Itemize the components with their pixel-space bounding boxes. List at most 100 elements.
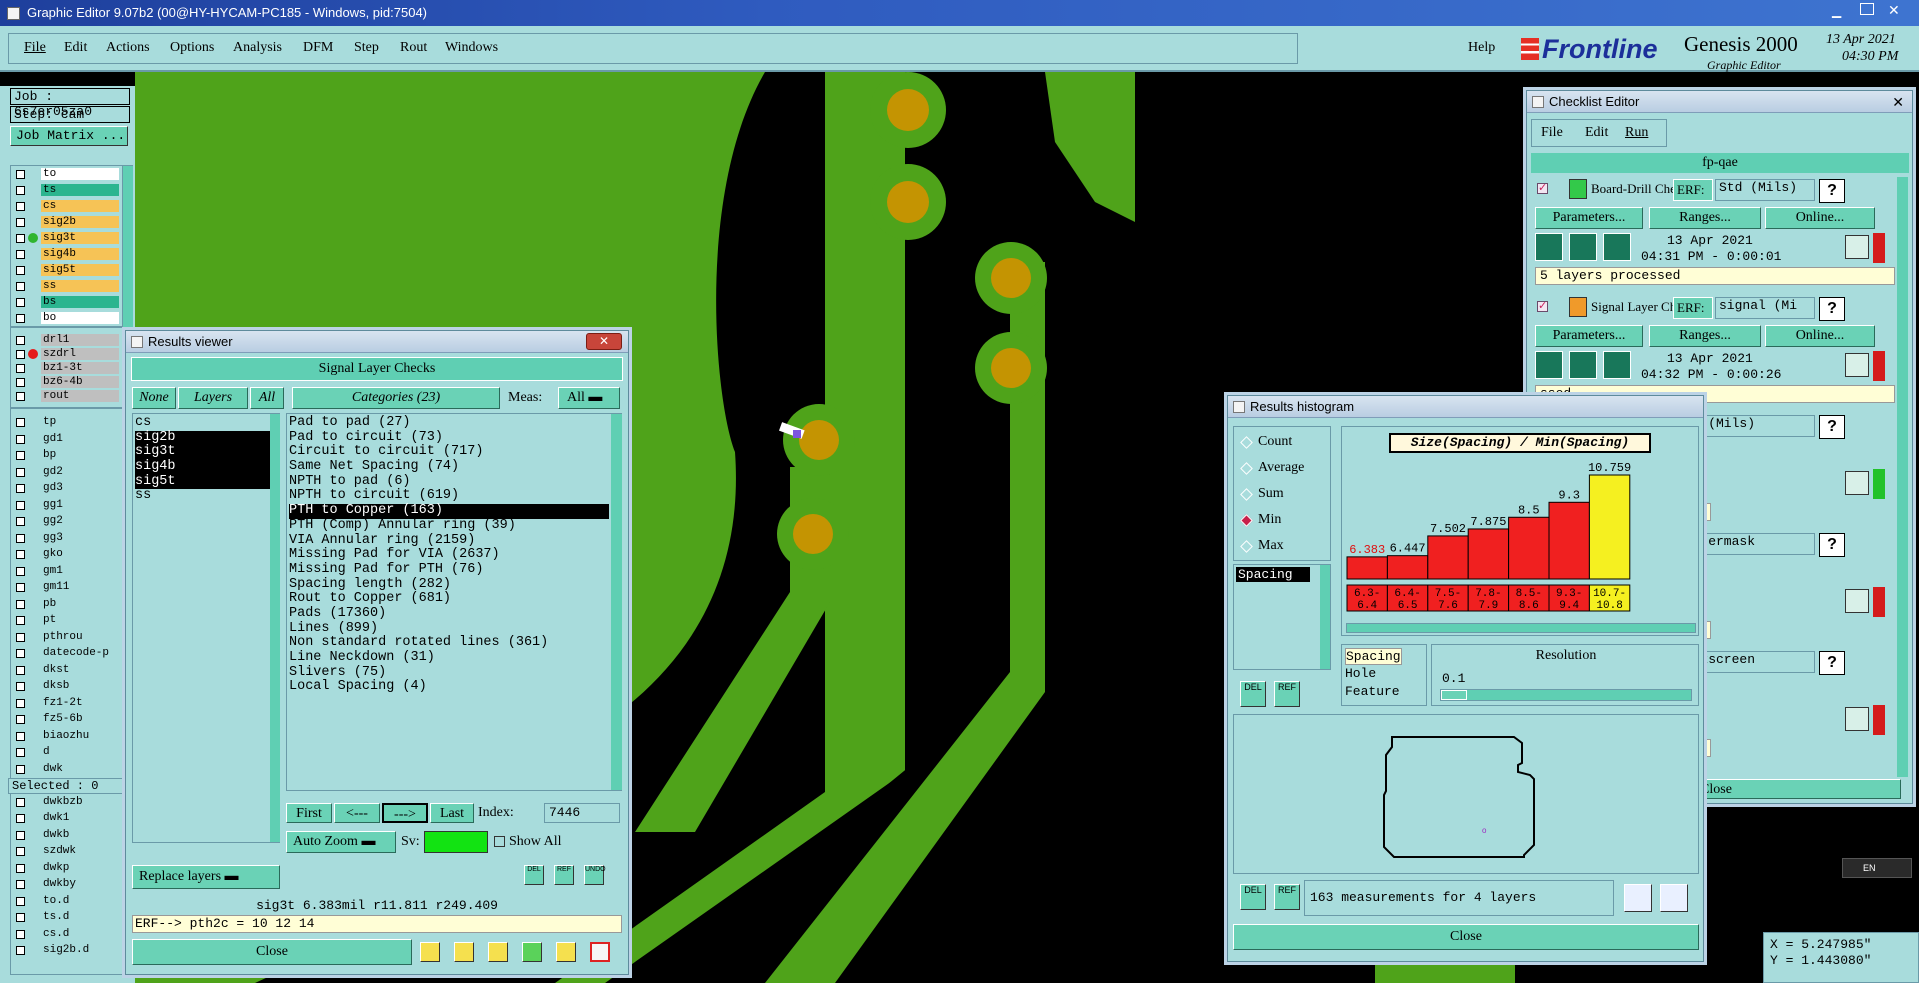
radio-icon[interactable]	[1240, 436, 1253, 449]
rv-category-item[interactable]: Non standard rotated lines (361)	[289, 636, 609, 651]
rv-layer-item[interactable]: sig2b	[135, 430, 271, 446]
prev-button[interactable]: <---	[334, 803, 380, 823]
rv-category-item[interactable]: PTH (Comp) Annular ring (39)	[289, 518, 609, 534]
check-online-button[interactable]: Online...	[1765, 207, 1875, 229]
histogram-bar[interactable]	[1346, 556, 1388, 580]
layer-row-bp[interactable]: bp	[11, 449, 121, 462]
rv-category-item[interactable]: NPTH to pad (6)	[289, 474, 609, 490]
rv-layer-item[interactable]: sig3t	[135, 445, 271, 461]
layer-checkbox[interactable]	[16, 550, 25, 559]
histogram-option-min[interactable]: Min	[1240, 511, 1330, 531]
measure-item-spacing[interactable]: Spacing	[1236, 567, 1310, 582]
menu-dfm[interactable]: DFM	[303, 40, 333, 56]
layer-checkbox[interactable]	[16, 314, 25, 323]
layer-row-gko[interactable]: gko	[11, 548, 121, 561]
menu-file[interactable]: File	[24, 40, 46, 56]
layer-row-gg1[interactable]: gg1	[11, 498, 121, 512]
tool-icon-3[interactable]	[488, 942, 508, 962]
help-icon[interactable]: ?	[1819, 415, 1845, 439]
histogram-measure-list[interactable]: Spacing	[1233, 564, 1331, 670]
maximize-button[interactable]	[1860, 3, 1874, 15]
help-icon[interactable]: ?	[1819, 179, 1845, 203]
zoom-icon[interactable]	[1845, 353, 1869, 377]
sv-color-select[interactable]	[424, 831, 488, 853]
layer-row-fz1-2t[interactable]: fz1-2t	[11, 696, 121, 710]
layer-checkbox[interactable]	[16, 566, 25, 576]
none-button[interactable]: None	[132, 387, 176, 409]
rv-category-item[interactable]: Same Net Spacing (74)	[289, 459, 609, 475]
checklist-scrollbar[interactable]	[1897, 177, 1908, 777]
layer-row-tp[interactable]: tp	[11, 416, 121, 429]
layer-row-datecode-p[interactable]: datecode-p	[11, 647, 121, 660]
run-icon[interactable]	[1569, 233, 1597, 261]
layer-checkbox[interactable]	[16, 583, 25, 592]
zoom-icon[interactable]	[1845, 589, 1869, 613]
layer-row-gd3[interactable]: gd3	[11, 482, 121, 495]
rv-category-item[interactable]: Line Neckdown (31)	[289, 650, 609, 666]
layer-row-sig2b[interactable]: sig2b	[11, 216, 121, 229]
radio-icon[interactable]	[1240, 462, 1253, 475]
layer-row-sig5t[interactable]: sig5t	[11, 264, 121, 277]
layer-row-dwk[interactable]: dwk	[11, 762, 121, 776]
layer-checkbox[interactable]	[16, 298, 25, 307]
layer-row-gg2[interactable]: gg2	[11, 515, 121, 528]
layer-row-pthrou[interactable]: pthrou	[11, 630, 121, 644]
show-all-checkbox[interactable]	[494, 836, 505, 847]
ime-indicator[interactable]: EN	[1842, 858, 1912, 878]
layer-checkbox[interactable]	[16, 665, 25, 675]
checklist-close-icon[interactable]: ✕	[1892, 91, 1904, 113]
checklist-entry[interactable]: ✓ Signal Layer Ch ERF: signal (Mi? Parameter…	[1531, 293, 1897, 411]
menu-edit[interactable]: Edit	[64, 40, 87, 56]
layer-checkbox[interactable]	[16, 336, 25, 345]
layer-checkbox[interactable]	[16, 946, 25, 955]
layer-checkbox[interactable]	[16, 682, 25, 691]
layer-row-d[interactable]: d	[11, 746, 121, 759]
menu-step[interactable]: Step	[354, 40, 379, 56]
all-button[interactable]: All	[250, 387, 284, 409]
layer-checkbox[interactable]	[16, 698, 25, 708]
job-matrix-button[interactable]: Job Matrix ...	[10, 126, 128, 146]
layer-checkbox[interactable]	[16, 913, 25, 922]
next-button[interactable]: --->	[382, 803, 428, 823]
layer-row-fz5-6b[interactable]: fz5-6b	[11, 713, 121, 726]
histogram-close-button[interactable]: Close	[1233, 924, 1699, 950]
layer-row-bo[interactable]: bo	[11, 312, 121, 325]
layer-row-ts[interactable]: ts	[11, 184, 121, 197]
rv-category-scrollbar[interactable]	[611, 414, 622, 790]
rv-category-item[interactable]: NPTH to circuit (619)	[289, 489, 609, 504]
histogram-bar[interactable]	[1467, 528, 1510, 580]
layer-checkbox[interactable]	[16, 218, 25, 227]
histogram-footer-ref-button[interactable]: REF	[1274, 884, 1300, 910]
rv-category-item[interactable]: Lines (899)	[289, 621, 609, 637]
histogram-footer-del-button[interactable]: DEL	[1240, 884, 1266, 910]
layer-checkbox[interactable]	[16, 880, 25, 889]
layer-checkbox[interactable]	[16, 632, 25, 642]
auto-zoom-select[interactable]: Auto Zoom ▬	[286, 831, 396, 853]
layer-checkbox[interactable]	[16, 599, 25, 609]
index-input[interactable]: 7446	[544, 803, 620, 823]
ref-tool-button[interactable]: REF	[554, 865, 574, 885]
run-icon[interactable]	[1569, 351, 1597, 379]
histogram-del-button[interactable]: DEL	[1240, 681, 1266, 707]
rv-category-item[interactable]: Missing Pad for PTH (76)	[289, 562, 609, 578]
check-ranges-button[interactable]: Ranges...	[1649, 325, 1761, 347]
zoom-icon[interactable]	[1845, 707, 1869, 731]
erf-button[interactable]: ERF:	[1673, 179, 1713, 201]
histogram-option-max[interactable]: Max	[1240, 537, 1330, 557]
layer-row-to[interactable]: to	[11, 168, 121, 181]
layer-checkbox[interactable]	[16, 649, 25, 658]
meas-select[interactable]: All ▬	[558, 387, 620, 409]
layer-checkbox[interactable]	[16, 715, 25, 724]
zoom-icon[interactable]	[1845, 471, 1869, 495]
layer-row-sig3t[interactable]: sig3t	[11, 232, 121, 245]
check-online-button[interactable]: Online...	[1765, 325, 1875, 347]
histogram-export-icon[interactable]	[1624, 884, 1652, 912]
layer-checkbox[interactable]	[16, 929, 25, 939]
help-icon[interactable]: ?	[1819, 651, 1845, 675]
rv-layer-item[interactable]: ss	[135, 489, 271, 504]
layer-row-bs[interactable]: bs	[11, 296, 121, 309]
layer-row-gm11[interactable]: gm11	[11, 581, 121, 594]
layer-row-biaozhu[interactable]: biaozhu	[11, 729, 121, 743]
layer-checkbox[interactable]	[16, 451, 25, 460]
layer-row-gd1[interactable]: gd1	[11, 432, 121, 446]
